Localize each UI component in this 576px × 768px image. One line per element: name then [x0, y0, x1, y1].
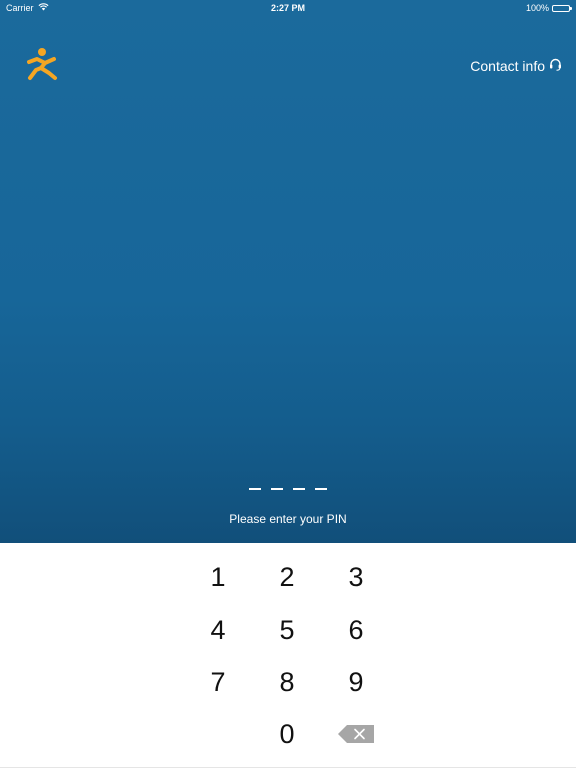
key-0[interactable]: 0 — [257, 712, 317, 756]
contact-info-label: Contact info — [470, 58, 545, 74]
numeric-keypad: 1 2 3 4 5 6 7 8 9 0 — [0, 543, 576, 768]
backspace-icon — [338, 719, 374, 750]
contact-info-button[interactable]: Contact info — [470, 58, 562, 74]
battery-icon — [552, 4, 572, 12]
key-9[interactable]: 9 — [326, 660, 386, 704]
pin-dash — [271, 488, 283, 490]
key-7[interactable]: 7 — [188, 660, 248, 704]
backspace-button[interactable] — [326, 712, 386, 756]
battery-percent: 100% — [525, 3, 549, 13]
pin-indicator — [0, 488, 576, 490]
key-2[interactable]: 2 — [257, 555, 317, 599]
pin-dash — [249, 488, 261, 490]
key-5[interactable]: 5 — [257, 608, 317, 652]
pin-prompt: Please enter your PIN — [229, 512, 347, 526]
status-time: 2:27 PM — [270, 3, 305, 13]
key-1[interactable]: 1 — [188, 555, 248, 599]
pin-dash — [293, 488, 305, 490]
status-bar: Carrier 2:27 PM 100% — [0, 0, 576, 16]
headset-icon — [549, 58, 562, 74]
key-3[interactable]: 3 — [326, 555, 386, 599]
key-8[interactable]: 8 — [257, 660, 317, 704]
pin-screen: Carrier 2:27 PM 100% Contact info Please… — [0, 0, 576, 768]
status-right: 100% — [525, 3, 572, 13]
header-background: Carrier 2:27 PM 100% Contact info Please… — [0, 0, 576, 543]
running-person-icon — [26, 46, 60, 82]
key-4[interactable]: 4 — [188, 608, 248, 652]
pin-dash — [315, 488, 327, 490]
key-6[interactable]: 6 — [326, 608, 386, 652]
